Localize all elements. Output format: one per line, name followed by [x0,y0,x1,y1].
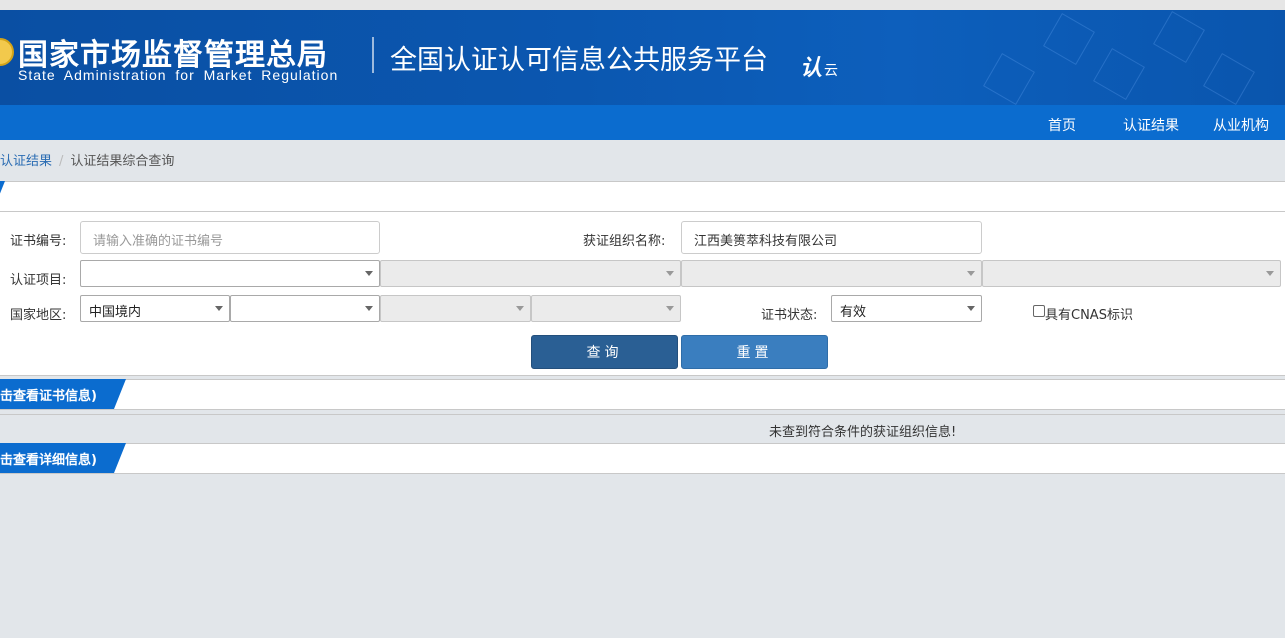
platform-title: 全国认证认可信息公共服务平台 [390,45,768,76]
cnas-label: 具有CNAS标识 [1045,308,1133,323]
nav-institutions[interactable]: 从业机构 [1213,115,1269,135]
breadcrumb-separator: / [59,154,64,169]
status-select-value: 有效 [840,305,867,320]
cert-info-tab[interactable]: 击查看证书信息) [0,379,126,409]
search-panel-header [0,181,1285,212]
region-select-2[interactable] [230,295,380,322]
top-strip [0,0,1285,10]
banner-divider [372,37,374,73]
project-select-2[interactable] [380,260,681,287]
org-name-input[interactable]: 江西美篑萃科技有限公司 [681,221,982,254]
nav-cert-results[interactable]: 认证结果 [1123,115,1179,135]
reset-button[interactable]: 重置 [681,335,828,369]
search-panel-tab [0,181,5,211]
cert-no-input[interactable]: 请输入准确的证书编号 [80,221,380,254]
platform-logo-sub: 云 [824,63,839,79]
project-select-1[interactable] [80,260,380,287]
region-select-1[interactable]: 中国境内 [80,295,230,322]
cnas-checkbox[interactable] [1033,305,1045,317]
query-button[interactable]: 查询 [531,335,678,369]
search-form: 证书编号: 请输入准确的证书编号 获证组织名称: 江西美篑萃科技有限公司 认证项… [0,212,1285,376]
project-select-3[interactable] [681,260,982,287]
breadcrumb-link[interactable]: 认证结果 [0,154,52,169]
cert-info-header: 击查看证书信息) [0,379,1285,410]
platform-logo: 认云 [800,50,838,82]
region-select-3[interactable] [380,295,531,322]
region-label: 国家地区: [10,308,67,323]
status-select[interactable]: 有效 [831,295,982,322]
org-name-label: 获证组织名称: [583,234,666,249]
project-label: 认证项目: [10,273,67,288]
result-message-row: 未查到符合条件的获证组织信息! [0,414,1285,444]
platform-logo-text: 认 [800,56,823,81]
nav-home[interactable]: 首页 [1048,115,1076,135]
project-select-4[interactable] [982,260,1281,287]
region-select-1-value: 中国境内 [89,305,142,320]
breadcrumb-current: 认证结果综合查询 [70,154,175,169]
detail-info-header: 击查看详细信息) [0,443,1285,474]
emblem-icon [0,38,14,66]
detail-info-tab[interactable]: 击查看详细信息) [0,443,126,473]
main-nav: 首页 认证结果 从业机构 [0,105,1285,140]
site-banner: 国家市场监督管理总局 State Administration for Mark… [0,10,1285,105]
cert-no-label: 证书编号: [10,234,67,249]
status-label: 证书状态: [761,308,818,323]
region-select-4[interactable] [531,295,681,322]
agency-name-en: State Administration for Market Regulati… [18,67,339,83]
no-result-message: 未查到符合条件的获证组织信息! [769,425,957,440]
breadcrumb: 认证结果 / 认证结果综合查询 [0,150,174,169]
